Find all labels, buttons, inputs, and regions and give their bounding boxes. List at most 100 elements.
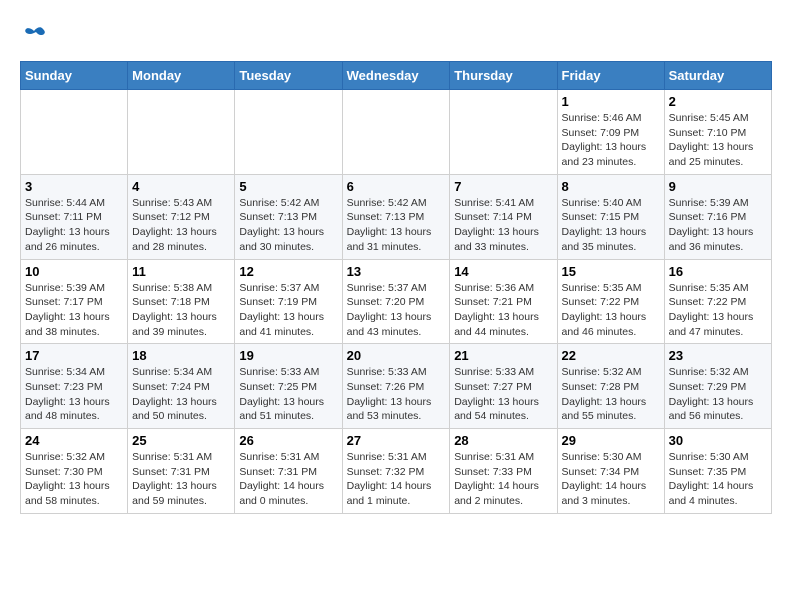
day-info: Sunrise: 5:45 AMSunset: 7:10 PMDaylight:… [669,111,767,170]
calendar-cell: 11 Sunrise: 5:38 AMSunset: 7:18 PMDayligh… [128,259,235,344]
day-info: Sunrise: 5:31 AMSunset: 7:32 PMDaylight:… [347,450,446,509]
calendar-week-row-2: 3 Sunrise: 5:44 AMSunset: 7:11 PMDaylight… [21,174,772,259]
day-info: Sunrise: 5:33 AMSunset: 7:26 PMDaylight:… [347,365,446,424]
day-info: Sunrise: 5:43 AMSunset: 7:12 PMDaylight:… [132,196,230,255]
day-number: 4 [132,179,230,194]
day-number: 10 [25,264,123,279]
calendar-cell: 25 Sunrise: 5:31 AMSunset: 7:31 PMDayligh… [128,429,235,514]
calendar-cell: 4 Sunrise: 5:43 AMSunset: 7:12 PMDaylight… [128,174,235,259]
header-sunday: Sunday [21,62,128,90]
day-number: 14 [454,264,552,279]
header-wednesday: Wednesday [342,62,450,90]
day-number: 24 [25,433,123,448]
calendar-cell [450,90,557,175]
day-info: Sunrise: 5:34 AMSunset: 7:23 PMDaylight:… [25,365,123,424]
day-number: 18 [132,348,230,363]
day-info: Sunrise: 5:36 AMSunset: 7:21 PMDaylight:… [454,281,552,340]
day-number: 1 [562,94,660,109]
calendar-cell: 26 Sunrise: 5:31 AMSunset: 7:31 PMDayligh… [235,429,342,514]
day-number: 5 [239,179,337,194]
calendar-week-row-4: 17 Sunrise: 5:34 AMSunset: 7:23 PMDayligh… [21,344,772,429]
calendar-cell: 3 Sunrise: 5:44 AMSunset: 7:11 PMDaylight… [21,174,128,259]
day-number: 20 [347,348,446,363]
calendar-cell: 23Sunrise: 5:32 AMSunset: 7:29 PMDayligh… [664,344,771,429]
day-info: Sunrise: 5:30 AMSunset: 7:34 PMDaylight:… [562,450,660,509]
day-info: Sunrise: 5:32 AMSunset: 7:30 PMDaylight:… [25,450,123,509]
day-number: 27 [347,433,446,448]
day-info: Sunrise: 5:32 AMSunset: 7:28 PMDaylight:… [562,365,660,424]
day-number: 9 [669,179,767,194]
day-number: 21 [454,348,552,363]
calendar-cell: 20 Sunrise: 5:33 AMSunset: 7:26 PMDayligh… [342,344,450,429]
day-number: 2 [669,94,767,109]
calendar-cell: 28 Sunrise: 5:31 AMSunset: 7:33 PMDayligh… [450,429,557,514]
day-info: Sunrise: 5:31 AMSunset: 7:31 PMDaylight:… [239,450,337,509]
header-saturday: Saturday [664,62,771,90]
calendar-table: Sunday Monday Tuesday Wednesday Thursday… [20,61,772,514]
day-number: 13 [347,264,446,279]
day-info: Sunrise: 5:35 AMSunset: 7:22 PMDaylight:… [669,281,767,340]
calendar-cell: 5 Sunrise: 5:42 AMSunset: 7:13 PMDaylight… [235,174,342,259]
calendar-cell: 7 Sunrise: 5:41 AMSunset: 7:14 PMDaylight… [450,174,557,259]
day-info: Sunrise: 5:33 AMSunset: 7:27 PMDaylight:… [454,365,552,424]
day-info: Sunrise: 5:39 AMSunset: 7:16 PMDaylight:… [669,196,767,255]
day-number: 11 [132,264,230,279]
calendar-cell: 13 Sunrise: 5:37 AMSunset: 7:20 PMDayligh… [342,259,450,344]
calendar-cell: 21 Sunrise: 5:33 AMSunset: 7:27 PMDayligh… [450,344,557,429]
day-number: 16 [669,264,767,279]
logo [20,26,46,51]
day-number: 12 [239,264,337,279]
day-number: 3 [25,179,123,194]
calendar-cell [342,90,450,175]
day-number: 19 [239,348,337,363]
calendar-cell: 18 Sunrise: 5:34 AMSunset: 7:24 PMDayligh… [128,344,235,429]
day-info: Sunrise: 5:32 AMSunset: 7:29 PMDaylight:… [669,365,767,424]
day-number: 17 [25,348,123,363]
calendar-cell: 22 Sunrise: 5:32 AMSunset: 7:28 PMDayligh… [557,344,664,429]
calendar-week-row-1: 1 Sunrise: 5:46 AMSunset: 7:09 PMDaylight… [21,90,772,175]
header-tuesday: Tuesday [235,62,342,90]
header-thursday: Thursday [450,62,557,90]
calendar-cell [235,90,342,175]
day-info: Sunrise: 5:46 AMSunset: 7:09 PMDaylight:… [562,111,660,170]
day-info: Sunrise: 5:41 AMSunset: 7:14 PMDaylight:… [454,196,552,255]
day-number: 28 [454,433,552,448]
logo-bird-icon [22,26,46,46]
day-number: 25 [132,433,230,448]
header-monday: Monday [128,62,235,90]
calendar-cell: 15 Sunrise: 5:35 AMSunset: 7:22 PMDayligh… [557,259,664,344]
day-number: 15 [562,264,660,279]
day-number: 29 [562,433,660,448]
day-info: Sunrise: 5:30 AMSunset: 7:35 PMDaylight:… [669,450,767,509]
day-info: Sunrise: 5:34 AMSunset: 7:24 PMDaylight:… [132,365,230,424]
calendar-cell: 16 Sunrise: 5:35 AMSunset: 7:22 PMDayligh… [664,259,771,344]
day-number: 6 [347,179,446,194]
calendar-cell [21,90,128,175]
day-info: Sunrise: 5:31 AMSunset: 7:33 PMDaylight:… [454,450,552,509]
calendar-cell: 14 Sunrise: 5:36 AMSunset: 7:21 PMDayligh… [450,259,557,344]
day-info: Sunrise: 5:37 AMSunset: 7:20 PMDaylight:… [347,281,446,340]
calendar-cell: 1 Sunrise: 5:46 AMSunset: 7:09 PMDaylight… [557,90,664,175]
day-number: 26 [239,433,337,448]
day-info: Sunrise: 5:44 AMSunset: 7:11 PMDaylight:… [25,196,123,255]
calendar-cell: 30Sunrise: 5:30 AMSunset: 7:35 PMDayligh… [664,429,771,514]
day-info: Sunrise: 5:33 AMSunset: 7:25 PMDaylight:… [239,365,337,424]
calendar-cell: 29 Sunrise: 5:30 AMSunset: 7:34 PMDayligh… [557,429,664,514]
calendar-cell: 24 Sunrise: 5:32 AMSunset: 7:30 PMDayligh… [21,429,128,514]
day-number: 22 [562,348,660,363]
day-info: Sunrise: 5:38 AMSunset: 7:18 PMDaylight:… [132,281,230,340]
calendar-cell: 17 Sunrise: 5:34 AMSunset: 7:23 PMDayligh… [21,344,128,429]
page-header [20,20,772,51]
calendar-cell: 19 Sunrise: 5:33 AMSunset: 7:25 PMDayligh… [235,344,342,429]
calendar-cell: 2 Sunrise: 5:45 AMSunset: 7:10 PMDaylight… [664,90,771,175]
day-info: Sunrise: 5:40 AMSunset: 7:15 PMDaylight:… [562,196,660,255]
day-info: Sunrise: 5:35 AMSunset: 7:22 PMDaylight:… [562,281,660,340]
calendar-cell: 9 Sunrise: 5:39 AMSunset: 7:16 PMDaylight… [664,174,771,259]
day-info: Sunrise: 5:42 AMSunset: 7:13 PMDaylight:… [239,196,337,255]
day-info: Sunrise: 5:31 AMSunset: 7:31 PMDaylight:… [132,450,230,509]
calendar-cell: 10Sunrise: 5:39 AMSunset: 7:17 PMDayligh… [21,259,128,344]
day-number: 7 [454,179,552,194]
calendar-cell: 27 Sunrise: 5:31 AMSunset: 7:32 PMDayligh… [342,429,450,514]
calendar-cell: 8Sunrise: 5:40 AMSunset: 7:15 PMDaylight… [557,174,664,259]
calendar-week-row-5: 24 Sunrise: 5:32 AMSunset: 7:30 PMDayligh… [21,429,772,514]
